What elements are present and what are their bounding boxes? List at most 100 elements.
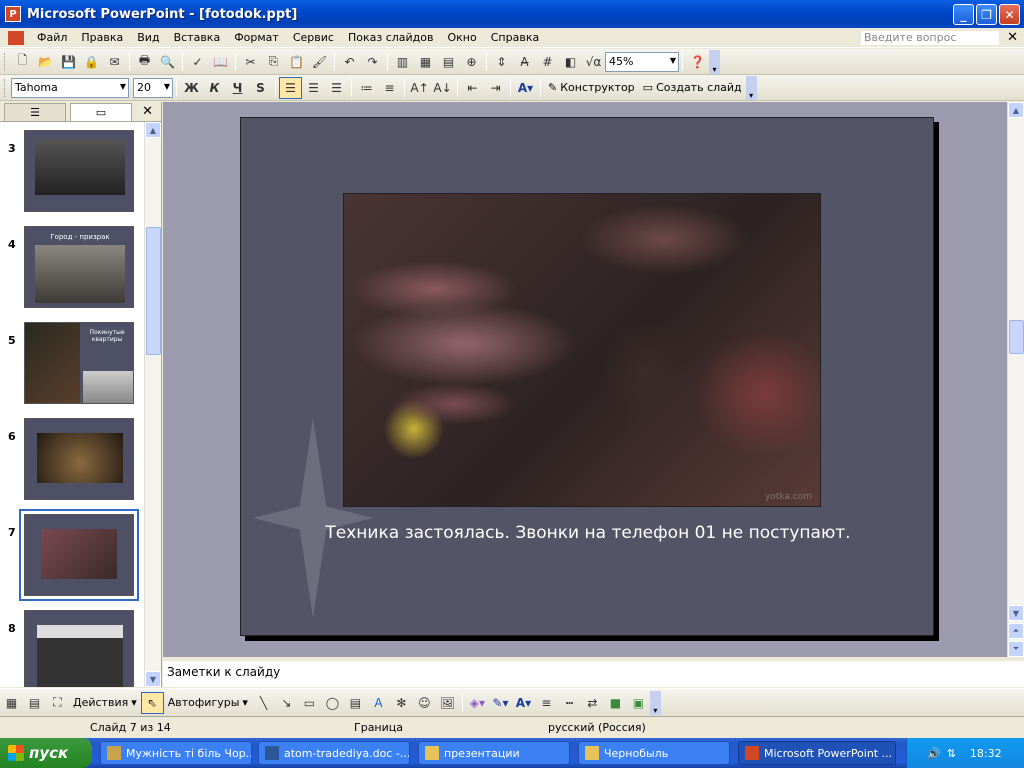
3d-style-icon[interactable]: ▣ [627,692,650,714]
decrease-indent-icon[interactable]: ⇤ [461,77,484,99]
font-select[interactable]: Tahoma ▼ [11,77,129,98]
task-button[interactable]: презентации [418,741,570,765]
bold-button[interactable]: Ж [180,77,203,99]
scrollbar-thumb[interactable] [146,227,161,355]
new-icon[interactable]: 🗋 [11,51,34,73]
arrow-style-icon[interactable]: ⇄ [581,692,604,714]
menu-window[interactable]: Окно [441,29,484,47]
print-preview-icon[interactable]: 🔍 [156,51,179,73]
zoom-select[interactable]: 45% ▼ [605,51,679,72]
scroll-up-icon[interactable]: ▲ [145,122,161,138]
wordart-icon[interactable]: A [367,692,390,714]
show-formatting-icon[interactable]: A̶ [513,51,536,73]
previous-slide-icon[interactable]: ⏶ [1008,623,1024,639]
start-button[interactable]: пуск [0,738,92,768]
table-icon[interactable]: ▦ [414,51,437,73]
email-icon[interactable]: ✉ [103,51,126,73]
dash-style-icon[interactable]: ┅ [558,692,581,714]
normal-view-icon[interactable]: ▦ [0,692,23,714]
designer-button[interactable]: ✎ Конструктор [544,77,639,99]
shadow-style-icon[interactable]: ■ [604,692,627,714]
help-icon[interactable]: ❓ [686,51,709,73]
volume-icon[interactable]: 🔊 [927,747,941,760]
undo-icon[interactable]: ↶ [338,51,361,73]
menu-slideshow[interactable]: Показ слайдов [341,29,441,47]
actions-button[interactable]: Действия ▾ [69,692,141,714]
slideshow-view-icon[interactable]: ⛶ [46,692,69,714]
current-slide[interactable]: yotka.com Техника застоялась. Звонки на … [240,117,934,636]
help-search-input[interactable]: Введите вопрос [860,30,1000,46]
menu-insert[interactable]: Вставка [167,29,228,47]
align-right-icon[interactable]: ☰ [325,77,348,99]
task-button[interactable]: Мужність ті біль Чор... [100,741,252,765]
scrollbar-thumb[interactable] [1009,320,1024,354]
oval-icon[interactable]: ◯ [321,692,344,714]
color-grayscale-icon[interactable]: ◧ [559,51,582,73]
toolbar-options-icon[interactable]: ▾ [745,75,757,100]
slides-pane-scrollbar[interactable]: ▲ ▼ [144,122,161,687]
picture-icon[interactable]: 🖼 [436,692,459,714]
fill-color-icon[interactable]: ◈▾ [466,692,489,714]
align-left-icon[interactable]: ☰ [279,76,302,99]
spelling-icon[interactable]: ✓ [186,51,209,73]
close-document-icon[interactable]: ✕ [1007,30,1018,45]
cut-icon[interactable]: ✂ [239,51,262,73]
line-icon[interactable]: ╲ [252,692,275,714]
slide-thumbnail-6[interactable]: 6 [8,418,138,506]
save-icon[interactable]: 💾 [57,51,80,73]
pane-close-icon[interactable]: ✕ [142,104,153,119]
shadow-button[interactable]: S [249,77,272,99]
slide-thumbnail-3[interactable]: 3 [8,130,138,218]
notes-pane[interactable]: Заметки к слайду [163,657,1024,687]
editor-scrollbar[interactable]: ▲ ▼ ⏶ ⏷ [1007,102,1024,657]
align-center-icon[interactable]: ☰ [302,77,325,99]
scroll-down-icon[interactable]: ▼ [145,671,161,687]
font-color-icon[interactable]: A▾ [514,77,537,99]
research-icon[interactable]: 📖 [209,51,232,73]
clipart-icon[interactable]: ☺ [413,692,436,714]
minimize-button[interactable]: _ [953,4,974,25]
task-button-active[interactable]: Microsoft PowerPoint ... [738,741,896,765]
tables-borders-icon[interactable]: ▤ [437,51,460,73]
hyperlink-icon[interactable]: ⊕ [460,51,483,73]
menu-edit[interactable]: Правка [74,29,130,47]
task-button[interactable]: Чернобыль [578,741,730,765]
increase-indent-icon[interactable]: ⇥ [484,77,507,99]
new-slide-button[interactable]: ▭ Создать слайд [639,77,746,99]
chart-icon[interactable]: ▥ [391,51,414,73]
diagram-icon[interactable]: ✻ [390,692,413,714]
underline-button[interactable]: Ч [226,77,249,99]
menu-format[interactable]: Формат [227,29,286,47]
toolbar-options-icon[interactable]: ▾ [709,49,720,74]
slide-thumbnail-7[interactable]: 7 [8,509,139,602]
format-painter-icon[interactable]: 🖌 [308,51,331,73]
toolbar-grip[interactable] [4,52,7,71]
numbering-icon[interactable]: ≔ [355,77,378,99]
sorter-view-icon[interactable]: ▤ [23,692,46,714]
restore-button[interactable]: ❐ [976,4,997,25]
decrease-font-icon[interactable]: A↓ [431,77,454,99]
paste-icon[interactable]: 📋 [285,51,308,73]
toolbar-options-icon[interactable]: ▾ [649,690,661,715]
slide-thumbnail-5[interactable]: 5 Покинутые квартиры [8,322,138,410]
print-icon[interactable]: 🖶 [133,51,156,73]
redo-icon[interactable]: ↷ [361,51,384,73]
select-pointer-icon[interactable]: ⇖ [140,691,164,714]
line-style-icon[interactable]: ≡ [535,692,558,714]
slide-thumbnail-8[interactable]: 8 [8,610,138,687]
network-icon[interactable]: ⇅ [947,747,956,760]
bullets-icon[interactable]: ≡ [378,77,401,99]
document-icon[interactable] [8,30,24,45]
menu-view[interactable]: Вид [130,29,166,47]
tab-slides[interactable]: ▭ [70,102,132,121]
increase-font-icon[interactable]: A↑ [408,77,431,99]
slide-photo[interactable]: yotka.com [343,193,821,507]
permission-icon[interactable]: 🔒 [80,51,103,73]
slide-caption[interactable]: Техника застоялась. Звонки на телефон 01… [241,523,933,543]
menu-help[interactable]: Справка [484,29,546,47]
line-color-icon[interactable]: ✎▾ [489,692,512,714]
scroll-down-icon[interactable]: ▼ [1008,605,1024,621]
textbox-icon[interactable]: ▤ [344,692,367,714]
font-size-select[interactable]: 20 ▼ [133,77,173,98]
slide-thumbnail-4[interactable]: 4 Город - призрак [8,226,138,314]
